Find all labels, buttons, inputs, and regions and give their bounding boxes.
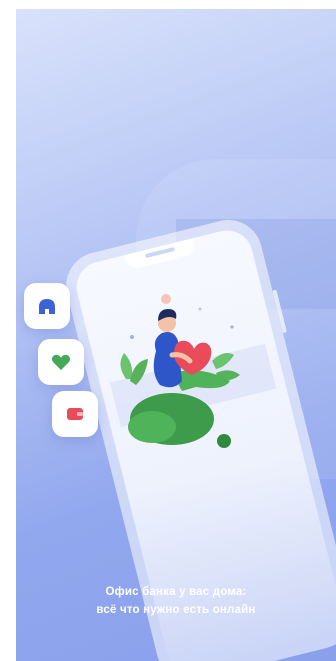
- heart-icon: [51, 354, 71, 370]
- wallet-feature-card: [52, 391, 98, 437]
- person-hugging-heart-illustration: [120, 294, 240, 448]
- caption-line-2: всё что нужно есть онлайн: [96, 604, 256, 616]
- onboarding-caption: Офис банка у вас дома: всё что нужно ест…: [16, 583, 336, 619]
- heart-feature-card: [38, 339, 84, 385]
- screen: Офис банка у вас дома: всё что нужно ест…: [0, 0, 336, 661]
- home-icon: [39, 299, 55, 314]
- onboarding-splash: Офис банка у вас дома: всё что нужно ест…: [16, 9, 336, 661]
- wallet-icon: [67, 408, 83, 420]
- home-feature-card: [24, 283, 70, 329]
- caption-line-1: Офис банка у вас дома:: [105, 586, 247, 598]
